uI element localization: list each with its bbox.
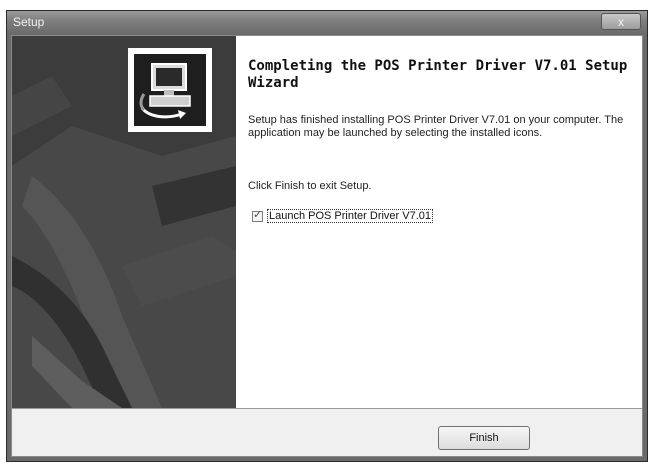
completion-description: Setup has finished installing POS Printe… <box>248 114 624 139</box>
computer-install-icon <box>134 54 206 126</box>
wizard-side-panel <box>12 36 236 408</box>
launch-checkbox[interactable]: ✓ <box>252 208 263 222</box>
setup-window: Setup x Completing the POS Printer Drive… <box>6 10 648 462</box>
installer-logo <box>128 48 212 132</box>
finish-button[interactable]: Finish <box>438 426 530 450</box>
launch-checkbox-row[interactable]: ✓ Launch POS Printer Driver V7.01 <box>252 208 434 224</box>
window-title: Setup <box>13 15 45 29</box>
close-button[interactable]: x <box>601 13 641 30</box>
title-bar[interactable]: Setup x <box>7 11 647 35</box>
wizard-footer: Finish <box>12 409 642 456</box>
launch-checkbox-label[interactable]: Launch POS Printer Driver V7.01 <box>267 209 434 223</box>
wizard-client-area: Completing the POS Printer Driver V7.01 … <box>11 35 643 457</box>
page-title: Completing the POS Printer Driver V7.01 … <box>248 58 628 91</box>
wizard-content: Completing the POS Printer Driver V7.01 … <box>236 36 642 408</box>
exit-instruction: Click Finish to exit Setup. <box>248 180 372 192</box>
checkmark-icon: ✓ <box>253 208 263 221</box>
